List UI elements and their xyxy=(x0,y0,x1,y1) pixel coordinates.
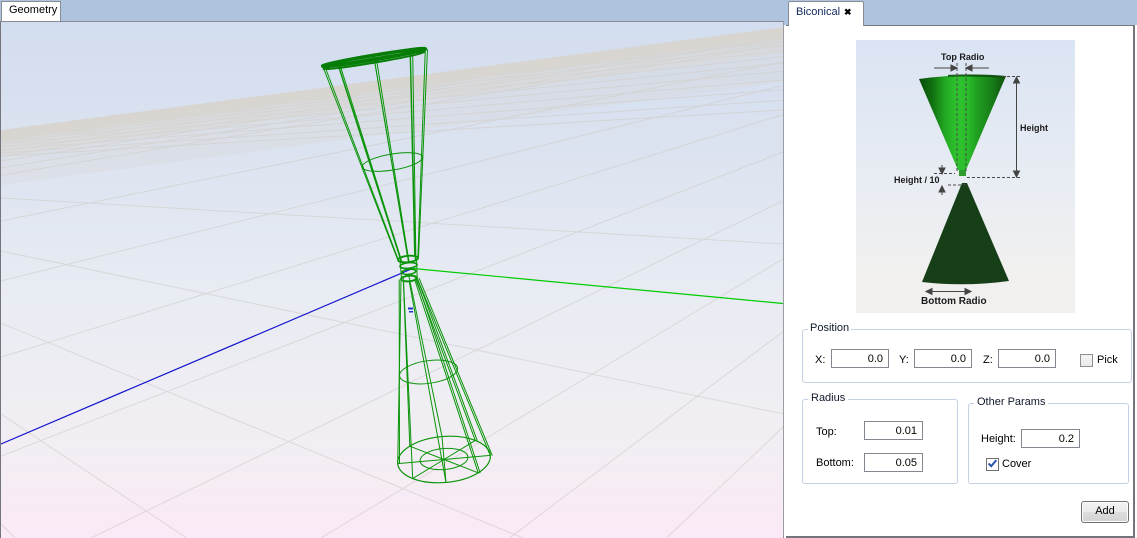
svg-text:Top Radio: Top Radio xyxy=(941,52,985,62)
svg-text:Height: Height xyxy=(1020,123,1048,133)
svg-text:Height / 10: Height / 10 xyxy=(894,175,940,185)
svg-text:Bottom Radio: Bottom Radio xyxy=(921,296,987,307)
